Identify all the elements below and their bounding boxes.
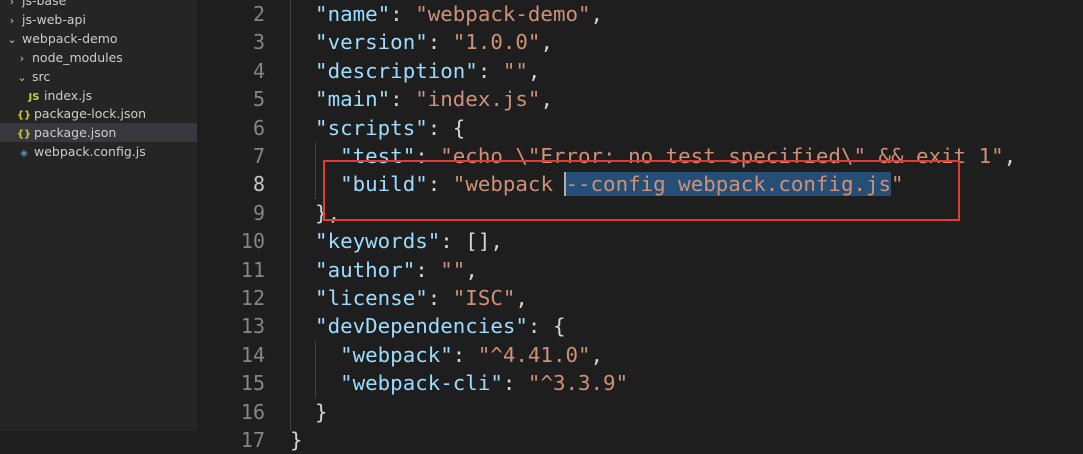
code-line[interactable]: "webpack-cli": "^3.3.9" [290,369,628,397]
code-line[interactable]: "description": "", [290,57,540,85]
line-number: 6 [252,115,265,140]
code-line[interactable]: "version": "1.0.0", [290,28,553,56]
explorer-item-label: js-base [22,0,67,8]
json-key: "webpack" [340,342,453,367]
punctuation: : [415,257,441,282]
code-line[interactable]: } [290,398,328,426]
punctuation: , [527,58,541,83]
chevron-right-icon[interactable]: › [16,49,28,68]
line-number: 10 [240,229,265,254]
code-line[interactable]: "license": "ISC", [290,284,528,312]
line-number: 14 [240,342,265,367]
line-number: 3 [252,30,265,55]
punctuation: : [477,58,503,83]
punctuation: : [390,2,416,26]
file-explorer: › js-base › js-web-api ⌄ webpack-demo › node_mo… [0,0,197,431]
explorer-item-node-modules[interactable]: › node_modules [0,48,197,67]
punctuation: , [465,257,478,282]
webpack-file-icon: ◈ [20,148,28,160]
punctuation: , [540,30,553,55]
chevron-right-icon[interactable]: › [6,11,18,30]
json-string: "^4.41.0" [477,342,591,367]
explorer-item-label: src [32,68,51,84]
json-string: "" [502,58,528,83]
explorer-item-label: webpack-demo [22,30,118,46]
explorer-item-label: package.json [34,125,117,141]
json-string: "^3.3.9" [527,371,629,396]
punctuation: , [590,342,604,367]
line-number: 2 [252,2,265,26]
line-number: 11 [240,257,265,282]
punctuation: : [502,371,528,396]
json-string: "" [440,257,466,282]
explorer-item-webpack-demo[interactable]: ⌄ webpack-demo [0,29,197,48]
explorer-item-label: webpack.config.js [34,144,146,160]
json-key: "scripts" [315,115,428,140]
punctuation: : [390,87,416,112]
chevron-down-icon[interactable]: ⌄ [16,68,28,87]
line-number: 5 [252,87,265,112]
chevron-down-icon[interactable]: ⌄ [6,30,18,49]
json-key: "license" [315,286,428,310]
highlight-annotation-box [323,160,960,221]
explorer-item-label: node_modules [32,49,123,65]
explorer-item-label: index.js [44,87,93,103]
punctuation: } [290,428,303,452]
code-line[interactable]: "scripts": { [290,114,465,142]
punctuation: , [1003,144,1017,168]
line-number: 17 [240,428,265,452]
code-line[interactable]: "name": "webpack-demo", [290,0,603,28]
punctuation: : { [427,115,466,140]
line-number: 13 [240,314,265,339]
explorer-item-label: package-lock.json [34,106,147,122]
explorer-item-package-lock-json[interactable]: {} package-lock.json [0,104,197,123]
explorer-item-src[interactable]: ⌄ src [0,67,197,86]
json-key: "author" [315,257,416,282]
code-line[interactable]: "main": "index.js", [290,85,553,113]
line-number: 16 [240,399,265,424]
explorer-item-js-base[interactable]: › js-base [0,0,197,10]
code-line[interactable]: "devDependencies": { [290,312,565,340]
line-number: 9 [252,200,265,225]
punctuation: , [540,87,553,112]
json-key: "keywords" [315,229,441,254]
line-number: 15 [240,371,265,396]
code-line[interactable]: "webpack": "^4.41.0", [290,341,603,369]
explorer-item-label: js-web-api [22,11,86,27]
explorer-item-webpack-config-js[interactable]: ◈ webpack.config.js [0,142,197,161]
punctuation: : [427,286,453,310]
json-string: "1.0.0" [452,30,541,55]
line-number: 4 [252,58,265,83]
json-string: "webpack-demo" [415,2,591,26]
line-number: 8 [252,172,265,197]
explorer-item-index-js[interactable]: JS index.js [0,86,197,105]
explorer-item-js-web-api[interactable]: › js-web-api [0,10,197,29]
punctuation: : [427,30,453,55]
line-number: 12 [240,286,265,310]
json-key: "version" [315,30,428,55]
punctuation: : { [527,314,566,339]
json-key: "webpack-cli" [340,371,503,396]
json-string: "ISC" [452,286,516,310]
code-line[interactable]: "keywords": [], [290,227,503,255]
explorer-item-package-json[interactable]: {} package.json [0,123,197,143]
json-key: "description" [315,58,478,83]
json-string: "index.js" [415,87,541,112]
code-line[interactable]: "author": "", [290,256,478,284]
punctuation: } [315,399,328,424]
line-number: 7 [252,144,265,168]
punctuation: : [], [440,229,503,254]
punctuation: : [452,342,478,367]
json-key: "main" [315,87,391,112]
code-line[interactable]: } [290,426,303,454]
json-key: "name" [315,2,391,26]
json-key: "devDependencies" [315,314,528,339]
punctuation: , [590,2,604,26]
punctuation: , [515,286,528,310]
text-cursor [564,172,566,196]
